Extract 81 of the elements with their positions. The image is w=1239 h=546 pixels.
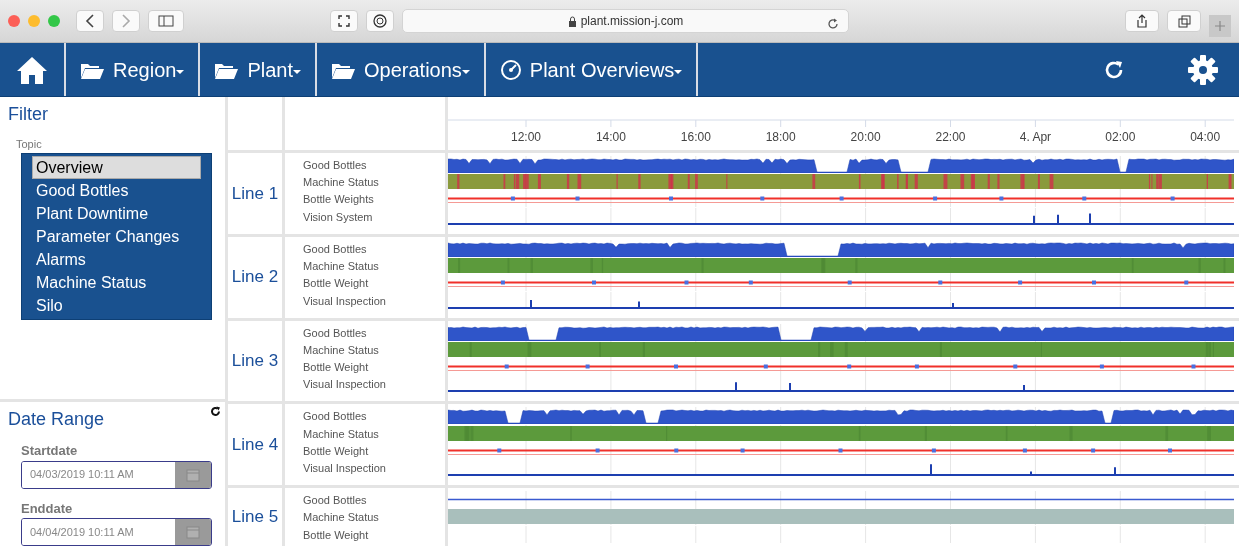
axis-tick-label: 16:00 <box>680 129 711 146</box>
url-text: plant.mission-j.com <box>580 13 684 30</box>
back-icon <box>85 14 95 28</box>
date-input-field[interactable]: 04/03/2019 10:11 AM <box>21 460 212 489</box>
fullscreen-button[interactable] <box>330 10 358 32</box>
reset-button[interactable] <box>210 406 221 417</box>
privacy-button[interactable] <box>366 10 394 32</box>
axis-tick-label: 02:00 <box>1105 129 1136 146</box>
axis-tick-label: 12:00 <box>511 129 541 146</box>
panel-title: Date Range <box>8 408 105 431</box>
metric-label: Bottle Weight <box>303 360 370 376</box>
header-cell-background <box>228 97 282 150</box>
forward-icon <box>121 14 131 28</box>
sidebar-icon <box>158 15 174 27</box>
topic-listbox[interactable]: Overview Good Bottles Plant Downtime Parameter Changes Alarms Machine Status Silo <box>21 152 212 320</box>
metric-label: Visual Inspection <box>303 293 387 309</box>
axis-tick-label: 20:00 <box>850 129 881 146</box>
metric-label: Bottle Weight <box>303 276 370 292</box>
tabs-icon <box>1177 14 1191 28</box>
reload-icon[interactable] <box>826 16 840 31</box>
line-title: Line 5 <box>231 506 279 529</box>
axis-tick-label: 22:00 <box>935 129 966 146</box>
metric-label: Machine Status <box>303 175 380 191</box>
list-option[interactable]: Machine Status <box>32 270 201 294</box>
metric-label: Bottle Weight <box>303 443 370 459</box>
line-title: Line 4 <box>231 433 279 456</box>
calendar-icon <box>186 467 200 482</box>
metric-label: Good Bottles <box>303 157 368 173</box>
sidebar-button[interactable] <box>148 10 184 32</box>
metric-label: Machine Status <box>303 259 380 274</box>
gauge-icon <box>499 58 522 81</box>
calendar-icon <box>186 525 200 539</box>
list-option[interactable]: Good Bottles <box>32 178 201 202</box>
metric-label: Machine Status <box>303 342 380 358</box>
caret-icon <box>674 69 683 74</box>
plus-icon <box>1214 20 1226 32</box>
line-title: Line 1 <box>231 182 279 205</box>
caret-icon <box>461 69 470 74</box>
field-label: Startdate <box>21 442 79 460</box>
metric-label: Good Bottles <box>303 241 368 257</box>
share-button[interactable] <box>1125 10 1159 32</box>
axis-tick-label: 04:00 <box>1190 129 1221 146</box>
back-button[interactable] <box>76 10 104 32</box>
address-bar[interactable]: plant.mission-j.com <box>402 9 849 33</box>
line-title: Line 2 <box>231 266 279 289</box>
share-icon <box>1136 14 1148 28</box>
metric-label: Bottle Weight <box>303 527 370 543</box>
list-option[interactable]: Plant Downtime <box>32 201 201 225</box>
tabs-button[interactable] <box>1167 10 1201 32</box>
refresh-icon <box>1103 58 1125 81</box>
list-option[interactable]: Overview <box>32 155 201 179</box>
metric-label: Vision System <box>303 209 374 225</box>
list-option[interactable]: Alarms <box>32 247 201 271</box>
axis-tick-label: 18:00 <box>765 129 796 146</box>
caret-icon <box>293 69 301 74</box>
panel-title: Filter <box>8 103 49 126</box>
caret-icon <box>176 69 185 74</box>
lock-icon <box>567 15 577 27</box>
date-input-field[interactable]: 04/04/2019 10:11 AM <box>21 518 212 546</box>
field-label: Topic <box>16 137 43 152</box>
axis-tick-label: 4. Apr <box>1019 129 1052 146</box>
refresh-icon <box>210 406 221 417</box>
field-label: Enddate <box>21 499 74 518</box>
close-window-button[interactable] <box>8 15 20 27</box>
metric-label: Visual Inspection <box>303 377 387 393</box>
circle-icon <box>373 14 387 28</box>
metric-label: Visual Inspection <box>303 461 387 477</box>
metric-label: Good Bottles <box>303 325 368 341</box>
axis-tick-label: 14:00 <box>595 129 626 146</box>
line-title: Line 3 <box>231 350 279 373</box>
list-option[interactable]: Parameter Changes <box>32 224 201 248</box>
settings-icon <box>1187 53 1219 86</box>
metric-label: Machine Status <box>303 510 380 526</box>
calendar-button[interactable] <box>175 461 211 488</box>
metric-label: Good Bottles <box>303 493 368 509</box>
metric-label: Bottle Weights <box>303 192 375 208</box>
metric-label: Machine Status <box>303 426 380 442</box>
list-option[interactable]: Silo <box>32 293 201 317</box>
metric-label: Good Bottles <box>303 409 368 425</box>
home-icon <box>16 54 48 85</box>
expand-icon <box>338 15 350 27</box>
